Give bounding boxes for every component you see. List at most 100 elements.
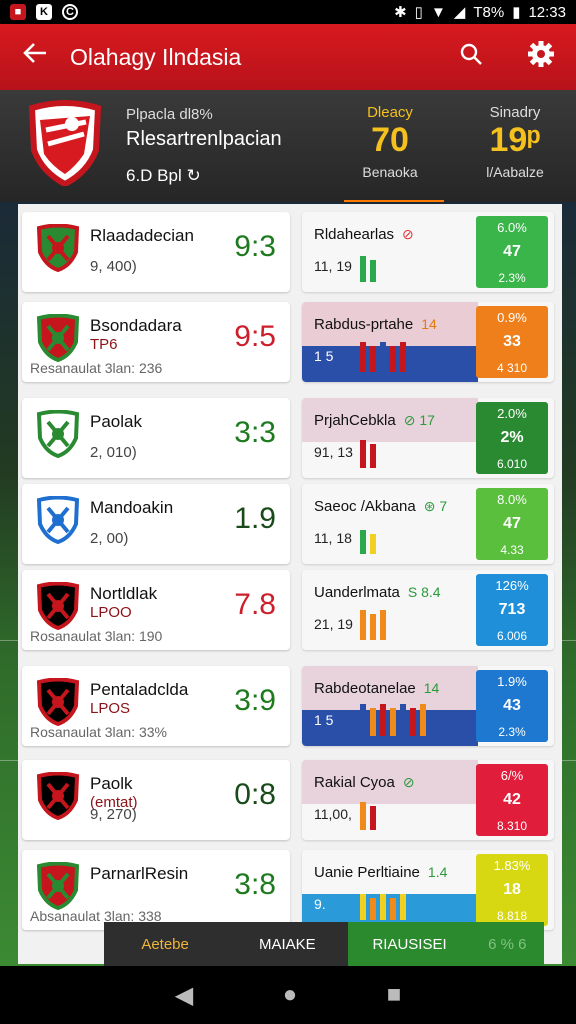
status-bar: ■ K C ✱ ▯ ▼ ◢ T8% ▮ 12:33: [0, 0, 576, 24]
chart-bar: [380, 894, 386, 920]
team-logo-icon: [36, 314, 80, 362]
team-name: Nortldlak: [90, 584, 158, 603]
team-logo-icon: [36, 410, 80, 458]
arrow-left-icon[interactable]: [0, 40, 70, 74]
match-row[interactable]: Nortldlak LPOO Rosanaulat 3lan: 190 7.8 …: [18, 564, 562, 650]
match-score: 7.8: [234, 588, 276, 621]
stats-bars: [360, 434, 376, 468]
match-row[interactable]: Bsondadara TP6 Resanaulat 3lan: 236 9:5 …: [18, 296, 562, 382]
stats-bars: [360, 606, 386, 640]
gear-icon[interactable]: [506, 40, 576, 75]
stats-card[interactable]: Uanie Perltiaine 1.4 9. 1.83% 18 8.818: [302, 850, 554, 930]
nav-home-icon[interactable]: ●: [283, 981, 298, 1009]
stats-card[interactable]: Rakial Cyoa ⊘ 11,00, 6/% 42 8.310: [302, 760, 554, 840]
stats-title-text: Rldahearlas: [314, 226, 395, 243]
stats-title-text: Uanderlmata: [314, 584, 400, 601]
tab-stats[interactable]: 6 % 6: [470, 922, 544, 966]
chart-bar: [360, 530, 366, 554]
match-row[interactable]: Paolak 2, 010) 3:3 PrjahCebkla ⊘ 17 91, 1…: [18, 392, 562, 478]
signal-icon: ◢: [453, 4, 466, 21]
chart-bar: [390, 708, 396, 736]
stats-title-text: Rabdeotanelae: [314, 680, 416, 697]
stats-card[interactable]: Rabdeotanelae 14 1 5 1.9% 43 2.3%: [302, 666, 554, 746]
pct-bottom: 8.310: [496, 819, 528, 833]
stats-card[interactable]: Rldahearlas ⊘ 11, 19 6.0% 47 2.3%: [302, 212, 554, 292]
search-icon[interactable]: [436, 41, 506, 74]
chart-bar: [390, 898, 396, 920]
stats-card[interactable]: Uanderlmata S 8.4 21, 19 126% 713 6.006: [302, 570, 554, 650]
stats-mark: ⊘: [402, 226, 414, 242]
percentage-tile: 6/% 42 8.310: [476, 764, 548, 836]
team-subtitle: Plpacla dl8%: [126, 106, 213, 123]
chart-bar: [370, 898, 376, 920]
match-score: 3:3: [234, 416, 276, 449]
chart-bar: [380, 704, 386, 736]
team-logo-icon: [36, 224, 80, 272]
active-indicator: [344, 200, 444, 202]
match-row[interactable]: Pentaladclda LPOS Rosanaulat 3lan: 33% 3…: [18, 660, 562, 746]
team-card[interactable]: Mandoakin 2, 00) 1.9: [22, 484, 290, 564]
chart-bar: [360, 342, 366, 372]
team-card[interactable]: Rlaadadecian 9, 400) 9:3: [22, 212, 290, 292]
battery-icon: ▮: [512, 4, 521, 21]
stats-number: 9.: [314, 896, 326, 912]
percentage-tile: 8.0% 47 4.33: [476, 488, 548, 560]
pct-value: 18: [503, 881, 521, 898]
nav-recent-icon[interactable]: ■: [387, 981, 402, 1009]
chart-bar: [400, 704, 406, 736]
stats-title-text: Rabdus-prtahe: [314, 316, 414, 333]
team-card[interactable]: Bsondadara TP6 Resanaulat 3lan: 236 9:5: [22, 302, 290, 382]
stats-mark: ⊛ 7: [423, 498, 448, 514]
team-card[interactable]: Paolak 2, 010) 3:3: [22, 398, 290, 478]
match-score: 3:8: [234, 868, 276, 901]
stats-number: 1 5: [314, 348, 334, 364]
match-row[interactable]: Paolk (emtat) 9, 270) 0:8 Rakial Cyoa ⊘ 1…: [18, 754, 562, 840]
stats-title-text: Saeoc /Akbana: [314, 498, 416, 515]
pct-value: 2%: [500, 429, 524, 446]
chart-bar: [370, 260, 376, 282]
team-card[interactable]: Nortldlak LPOO Rosanaulat 3lan: 190 7.8: [22, 570, 290, 650]
bluetooth-icon: ✱: [394, 4, 407, 21]
team-name: Rlaadadecian: [90, 226, 194, 245]
team-number: 2, 00): [90, 530, 129, 547]
stats-mark: S 8.4: [407, 584, 441, 600]
stats-mark: ⊘ 17: [403, 412, 435, 428]
team-logo-icon: [36, 862, 80, 910]
team-name: Bsondadara: [90, 316, 182, 335]
sync-icon: C: [62, 4, 78, 20]
team-name: Mandoakin: [90, 498, 174, 517]
match-row[interactable]: Mandoakin 2, 00) 1.9 Saeoc /Akbana ⊛ 7 11…: [18, 478, 562, 564]
chart-bar: [360, 704, 366, 736]
team-card[interactable]: Pentaladclda LPOS Rosanaulat 3lan: 33% 3…: [22, 666, 290, 746]
stats-card[interactable]: Saeoc /Akbana ⊛ 7 11, 18 8.0% 47 4.33: [302, 484, 554, 564]
stats-card[interactable]: PrjahCebkla ⊘ 17 91, 13 2.0% 2% 6.010: [302, 398, 554, 478]
match-row[interactable]: ParnarlResin Absanaulat 3lan: 338 3:8 Ua…: [18, 844, 562, 930]
chart-bar: [360, 802, 366, 830]
match-list[interactable]: Rlaadadecian 9, 400) 9:3 Rldahearlas ⊘ 11…: [18, 204, 562, 964]
stat-value: 70: [371, 121, 409, 159]
tab-results[interactable]: RIAUSISEI: [348, 922, 471, 966]
team-card[interactable]: Paolk (emtat) 9, 270) 0:8: [22, 760, 290, 840]
wifi-icon: ▼: [430, 3, 446, 21]
team-card[interactable]: ParnarlResin Absanaulat 3lan: 338 3:8: [22, 850, 290, 930]
team-sub: TP6: [90, 336, 118, 353]
stats-number: 1 5: [314, 712, 334, 728]
pct-bottom: 2.3%: [498, 271, 526, 285]
bottom-tab-bar: Aetebe MAIAKE RIAUSISEI 6 % 6: [104, 922, 544, 966]
team-name: ParnarlResin: [90, 864, 189, 883]
team-name: Rlesartrenlpacian: [126, 128, 282, 150]
match-row[interactable]: Rlaadadecian 9, 400) 9:3 Rldahearlas ⊘ 11…: [18, 206, 562, 292]
stats-title: Rakial Cyoa ⊘: [314, 774, 415, 791]
stats-title-text: PrjahCebkla: [314, 412, 396, 429]
pct-bottom: 8.818: [496, 909, 528, 923]
pct-top: 126%: [495, 578, 529, 593]
tab-matches[interactable]: MAIAKE: [226, 922, 349, 966]
team-sub: LPOS: [90, 700, 131, 717]
team-crest-icon: [28, 100, 102, 186]
tab-active[interactable]: Aetebe: [104, 922, 227, 966]
nav-back-icon[interactable]: ◀: [175, 981, 193, 1010]
stats-card[interactable]: Rabdus-prtahe 14 1 5 0.9% 33 4 310: [302, 302, 554, 382]
stats-number: 91, 13: [314, 444, 353, 460]
stats-mark: 14: [421, 316, 437, 332]
stats-title: Rabdeotanelae 14: [314, 680, 439, 697]
